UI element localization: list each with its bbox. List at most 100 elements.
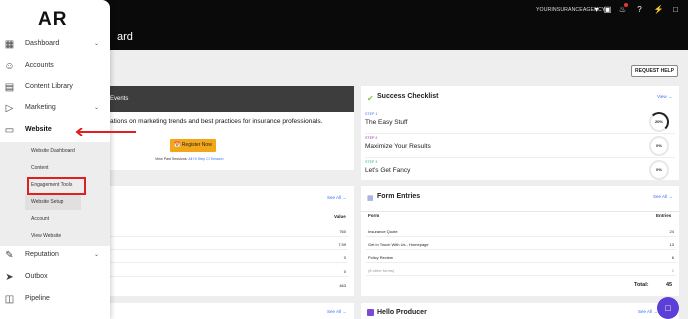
sidebar-item-label: Website (25, 126, 52, 133)
bottom-left-see-all-link[interactable]: See All → (327, 309, 347, 314)
sidebar: AR ▦ Dashboard ⌄ ☺ Accounts ▤ Content Li… (0, 0, 110, 319)
sidebar-item-reputation[interactable]: ✎ Reputation ⌄ (0, 245, 110, 266)
submenu-website-dashboard[interactable]: Website Dashboard (31, 148, 75, 154)
request-help-button[interactable]: REQUEST HELP (631, 65, 678, 77)
board-icon: ◫ (4, 294, 15, 305)
sidebar-item-label: Reputation (25, 251, 59, 258)
step-tag: STEP 3 (365, 160, 378, 164)
grid-icon: ▦ (4, 39, 15, 50)
past-session-link-1[interactable]: All Hi Step (188, 157, 205, 161)
hello-producer-title: Hello Producer (377, 309, 427, 316)
row-value: 760 (339, 229, 346, 234)
submenu-view-website[interactable]: View Website (31, 233, 61, 239)
sidebar-item-pipeline[interactable]: ◫ Pipeline (0, 289, 110, 310)
events-card: Events (110, 86, 354, 170)
submenu-website-setup[interactable]: Website Setup (25, 194, 81, 210)
submenu-content[interactable]: Content (31, 165, 49, 171)
form-row[interactable]: Get in Touch With Us - Homepage 13 (366, 238, 676, 250)
past-sessions: View Past Sessions: All Hi Step CI Sessi… (155, 157, 223, 161)
hello-producer-see-all-link[interactable]: See All → (638, 309, 658, 314)
users-icon: ☺ (4, 61, 15, 72)
value-column-header: Value (334, 214, 346, 219)
form-name: Policy Review (368, 255, 393, 260)
form-row[interactable]: (8 other forms) 2 (366, 264, 676, 276)
notification-badge (624, 3, 628, 7)
screen-icon[interactable]: ▣ (602, 4, 613, 15)
producer-icon (367, 309, 374, 316)
step-tag: STEP 2 (365, 136, 378, 140)
sidebar-item-label: Content Library (25, 83, 73, 90)
chart-icon: ✎ (5, 250, 14, 261)
events-title: Events (110, 96, 129, 102)
sidebar-item-dashboard[interactable]: ▦ Dashboard ⌄ (0, 34, 110, 55)
chevron-down-icon: ⌄ (94, 41, 100, 47)
annotation-arrow (75, 128, 136, 136)
checklist-view-link[interactable]: View → (657, 94, 672, 99)
register-now-label: Register Now (181, 142, 212, 148)
table-row: 760 (110, 225, 348, 237)
sidebar-item-label: Marketing (25, 104, 56, 111)
form-column-header: Form (368, 213, 380, 218)
chevron-down-icon: ⌄ (94, 252, 100, 258)
play-icon: ▷ (5, 103, 14, 114)
bottom-left-card (110, 303, 354, 319)
sidebar-item-label: Pipeline (25, 295, 50, 302)
table-row: 0 (110, 265, 348, 277)
highlight-box (27, 177, 86, 195)
chevron-down-icon[interactable]: ▾ (591, 4, 602, 15)
table-row: 7.59 (110, 238, 348, 250)
checklist-step-3[interactable]: STEP 3 Let's Get Fancy 0% (365, 158, 675, 182)
send-icon: ➤ (5, 272, 14, 283)
checklist-header: ✔ Success Checklist View → (361, 86, 679, 112)
form-row[interactable]: Policy Review 6 (366, 251, 676, 263)
events-header: Events (110, 86, 354, 112)
form-name: (8 other forms) (368, 268, 395, 273)
row-value: 0 (343, 255, 346, 260)
step-name: The Easy Stuff (365, 119, 408, 126)
form-name: Insurance Quote (368, 229, 398, 234)
events-description: ations on marketing trends and best prac… (110, 118, 323, 125)
step-tag: STEP 1 (365, 112, 378, 116)
past-session-link-2[interactable]: CI Session (206, 157, 223, 161)
row-value: 0 (343, 269, 346, 274)
bolt-icon[interactable]: ⚡ (653, 4, 664, 15)
register-now-button[interactable]: 📅 Register Now (170, 139, 216, 152)
stats-see-all-link[interactable]: See All → (327, 195, 347, 200)
row-value: 7.59 (338, 242, 346, 247)
step-name: Let's Get Fancy (365, 167, 411, 174)
form-entries-count: 13 (669, 242, 674, 247)
logo: AR (38, 9, 68, 30)
form-entries-count: 6 (671, 255, 674, 260)
sidebar-item-content-library[interactable]: ▤ Content Library (0, 77, 110, 98)
table-row: 463 (110, 279, 348, 291)
sidebar-item-label: Accounts (25, 62, 54, 69)
library-icon: ▤ (4, 82, 15, 93)
form-name: Get in Touch With Us - Homepage (368, 242, 429, 247)
sidebar-item-outbox[interactable]: ➤ Outbox (0, 267, 110, 288)
form-entries-count: 2 (671, 268, 674, 273)
row-value: 463 (339, 283, 346, 288)
chat-launcher-icon[interactable]: □ (657, 297, 679, 319)
total-label: Total: (634, 282, 649, 288)
total-value: 45 (666, 282, 673, 288)
step-progress: 20% (649, 112, 669, 132)
sidebar-item-marketing[interactable]: ▷ Marketing ⌄ (0, 98, 110, 119)
checklist-step-1[interactable]: STEP 1 The Easy Stuff 20% (365, 110, 675, 134)
form-entries-count: 24 (669, 229, 674, 234)
step-name: Maximize Your Results (365, 143, 431, 150)
sidebar-item-label: Outbox (25, 273, 48, 280)
form-row[interactable]: Insurance Quote 24 (366, 225, 676, 237)
chat-icon[interactable]: □ (670, 4, 681, 15)
form-icon: ▦ (367, 195, 374, 202)
checklist-step-2[interactable]: STEP 2 Maximize Your Results 0% (365, 134, 675, 158)
submenu-account[interactable]: Account (31, 216, 49, 222)
form-entries-title: Form Entries (377, 193, 421, 200)
entries-column-header: Entries (656, 213, 672, 218)
sidebar-item-accounts[interactable]: ☺ Accounts (0, 56, 110, 77)
check-circle-icon: ✔ (367, 94, 374, 103)
form-entries-header: ▦ Form Entries See All → (361, 186, 679, 212)
help-icon[interactable]: ? (634, 4, 645, 15)
page-title: ard (117, 31, 133, 43)
chevron-down-icon: ⌄ (94, 105, 100, 111)
form-entries-see-all-link[interactable]: See All → (653, 194, 673, 199)
